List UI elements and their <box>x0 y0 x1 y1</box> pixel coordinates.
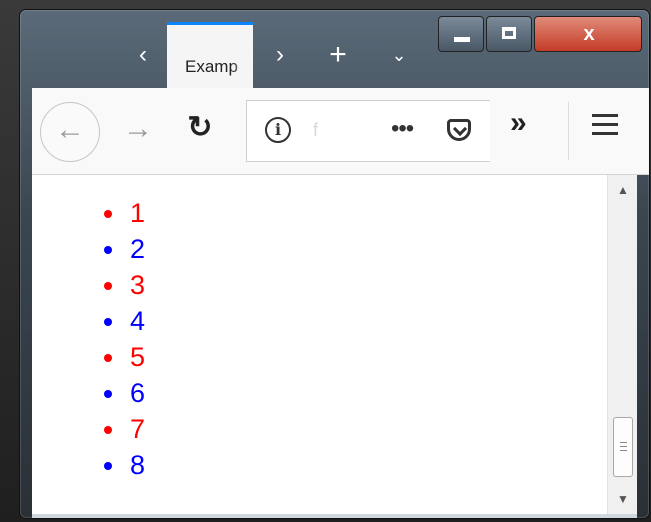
back-arrow-icon: ← <box>55 113 85 146</box>
scroll-down-arrow-icon[interactable]: ▼ <box>608 492 638 506</box>
list-item-label: 4 <box>130 306 146 336</box>
toolbar-overflow-icon[interactable]: » <box>510 106 527 140</box>
tab-title: Examp <box>185 57 238 76</box>
list-item-label: 8 <box>130 450 146 480</box>
list-bullet <box>104 390 112 398</box>
back-button[interactable]: ← <box>40 102 100 162</box>
list-item: 8 <box>104 447 145 483</box>
browser-window: ‹ Examp › + ⌄ x ← → ↻ i f ••• » 1 2 3 4 … <box>20 10 649 518</box>
navigation-toolbar: ← → ↻ i f ••• » <box>32 88 649 175</box>
list-item: 4 <box>104 303 145 339</box>
scrollbar-thumb[interactable] <box>613 417 633 477</box>
list-bullet <box>104 426 112 434</box>
page-content: 1 2 3 4 5 6 7 8 <box>32 175 607 514</box>
window-bottom-edge <box>32 514 637 518</box>
maximize-icon <box>502 27 516 39</box>
list-item: 6 <box>104 375 145 411</box>
list-item: 2 <box>104 231 145 267</box>
close-button[interactable]: x <box>534 16 642 52</box>
minimize-icon <box>454 37 470 42</box>
list-item: 7 <box>104 411 145 447</box>
list-item: 3 <box>104 267 145 303</box>
list-bullet <box>104 462 112 470</box>
list-item-label: 3 <box>130 270 146 300</box>
list-bullet <box>104 210 112 218</box>
list-item: 1 <box>104 195 145 231</box>
hamburger-menu-icon[interactable] <box>592 114 618 136</box>
bullet-list: 1 2 3 4 5 6 7 8 <box>104 195 145 483</box>
url-text: f <box>313 120 319 140</box>
list-item: 5 <box>104 339 145 375</box>
tab-scroll-right-icon[interactable]: › <box>265 40 295 70</box>
forward-arrow-icon[interactable]: → <box>118 112 158 146</box>
site-info-icon[interactable]: i <box>265 117 291 143</box>
list-bullet <box>104 246 112 254</box>
minimize-button[interactable] <box>438 16 484 52</box>
list-bullet <box>104 282 112 290</box>
list-item-label: 6 <box>130 378 146 408</box>
close-icon: x <box>583 23 595 45</box>
toolbar-divider <box>568 102 569 160</box>
vertical-scrollbar[interactable]: ▲ ▼ <box>607 175 637 514</box>
scroll-up-arrow-icon[interactable]: ▲ <box>608 183 638 197</box>
tab-scroll-left-icon[interactable]: ‹ <box>128 40 158 70</box>
tab-list-chevron-down-icon[interactable]: ⌄ <box>384 40 414 70</box>
maximize-button[interactable] <box>486 16 532 52</box>
list-item-label: 2 <box>130 234 146 264</box>
reload-icon[interactable]: ↻ <box>180 110 220 145</box>
list-item-label: 7 <box>130 414 146 444</box>
pocket-icon[interactable] <box>447 119 471 141</box>
tab-title-fade <box>231 25 253 88</box>
list-bullet <box>104 354 112 362</box>
new-tab-plus-icon[interactable]: + <box>323 40 353 70</box>
list-item-label: 1 <box>130 198 146 228</box>
active-tab[interactable]: Examp <box>167 22 253 88</box>
list-item-label: 5 <box>130 342 146 372</box>
url-bar[interactable]: i f ••• <box>246 100 490 162</box>
title-bar: ‹ Examp › + ⌄ x <box>20 10 649 88</box>
page-actions-dots-icon[interactable]: ••• <box>391 115 414 143</box>
list-bullet <box>104 318 112 326</box>
